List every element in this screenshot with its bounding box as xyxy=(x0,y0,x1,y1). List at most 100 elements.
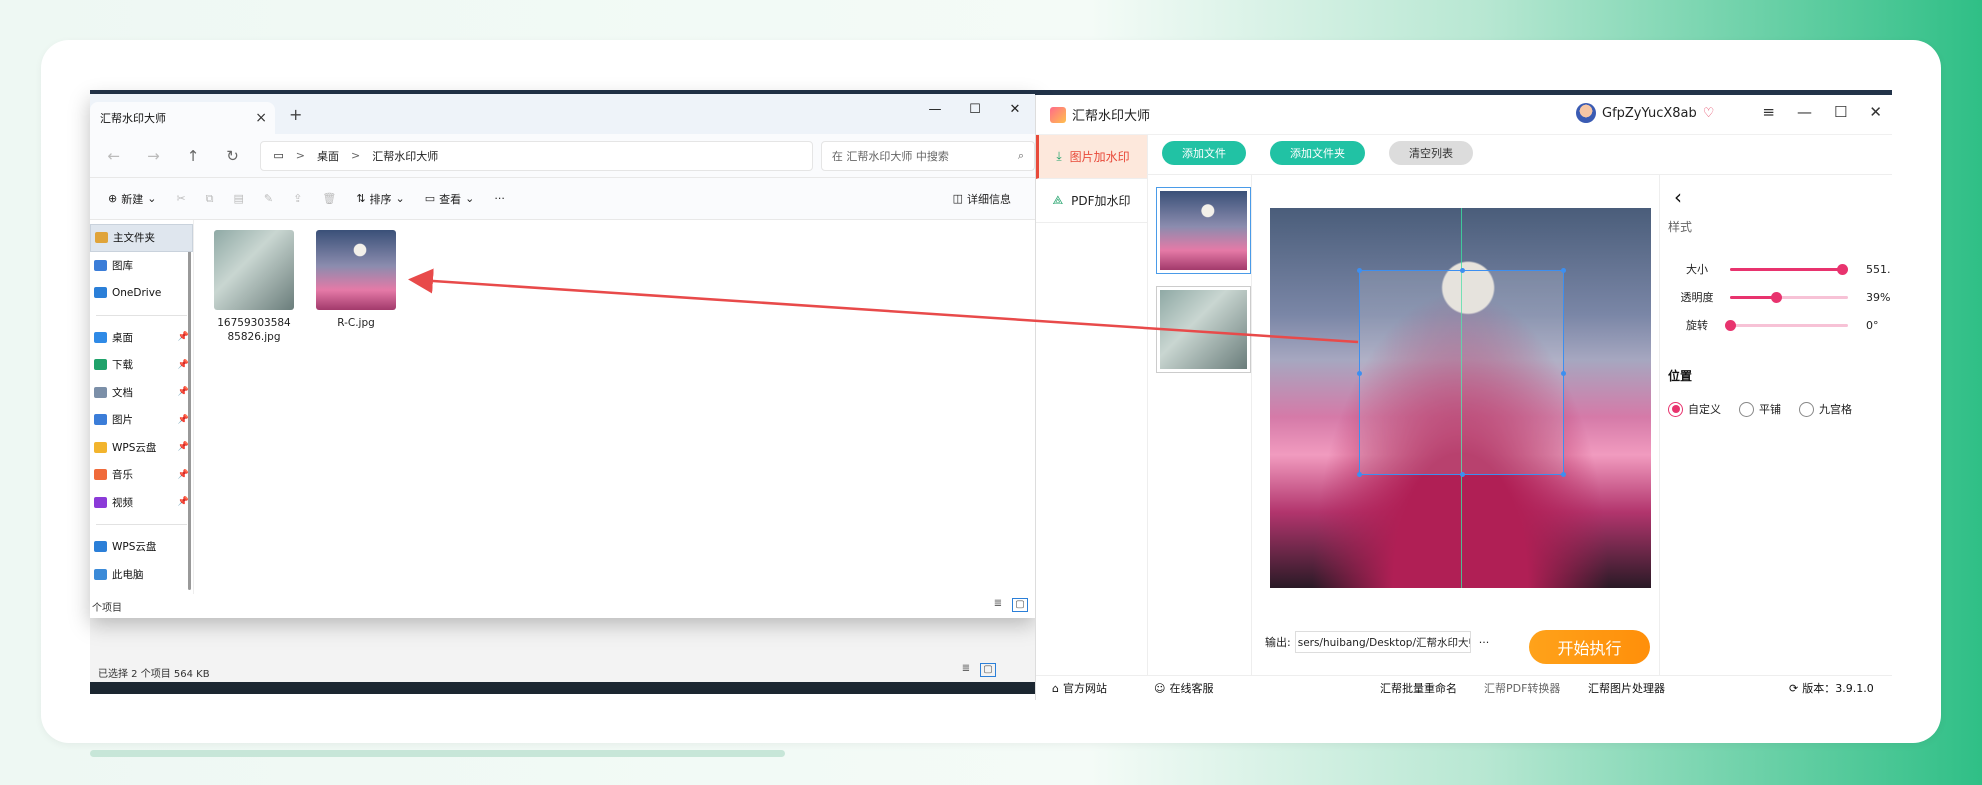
sidebar-item[interactable]: 此电脑 xyxy=(90,561,193,589)
resize-handle[interactable] xyxy=(1460,472,1465,477)
footer-link[interactable]: 汇帮PDF转换器 xyxy=(1484,680,1560,696)
paste-button[interactable]: ▤ xyxy=(224,192,254,205)
resize-handle[interactable] xyxy=(1561,472,1566,477)
mode-pdf-watermark[interactable]: ⟁ PDF加水印 xyxy=(1036,179,1147,223)
add-file-button[interactable]: 添加文件 xyxy=(1162,141,1246,165)
slider-track[interactable] xyxy=(1730,263,1849,275)
position-option[interactable]: 平铺 xyxy=(1739,401,1781,417)
menu-icon[interactable]: ≡ xyxy=(1762,103,1775,121)
copy-button[interactable]: ⧉ xyxy=(196,192,224,206)
sidebar-item[interactable]: 音乐 📌 xyxy=(90,461,193,489)
refresh-icon[interactable]: ↻ xyxy=(213,147,253,165)
pin-icon[interactable]: 📌 xyxy=(178,360,189,370)
breadcrumb-desktop[interactable]: 桌面 xyxy=(317,148,339,164)
breadcrumb-folder[interactable]: 汇帮水印大师 xyxy=(372,148,438,164)
output-path-field[interactable]: sers/huibang/Desktop/汇帮水印大师 xyxy=(1294,631,1471,653)
address-bar[interactable]: ▭ > 桌面 > 汇帮水印大师 xyxy=(260,140,813,171)
explorer-tab[interactable]: 汇帮水印大师 × xyxy=(90,102,275,134)
slider-knob[interactable] xyxy=(1725,319,1736,331)
resize-handle[interactable] xyxy=(1561,268,1566,273)
resize-handle[interactable] xyxy=(1357,268,1362,273)
resize-handle[interactable] xyxy=(1357,371,1362,376)
preview-canvas[interactable] xyxy=(1270,208,1651,588)
up-icon[interactable]: ↑ xyxy=(173,147,213,165)
back-chevron-icon[interactable]: ‹ xyxy=(1674,185,1682,209)
new-button[interactable]: ⊕ 新建 ⌄ xyxy=(98,191,166,207)
pin-icon[interactable]: 📌 xyxy=(178,497,189,507)
sidebar-item[interactable]: 图库 xyxy=(90,252,193,280)
pin-icon[interactable]: 📌 xyxy=(178,387,189,397)
position-option[interactable]: 九宫格 xyxy=(1799,401,1852,417)
slider-track[interactable] xyxy=(1725,319,1848,331)
chevron-down-icon: ⌄ xyxy=(465,192,475,205)
sidebar-item[interactable]: 文档 📌 xyxy=(90,379,193,407)
mode-image-watermark[interactable]: ⤓ 图片加水印 xyxy=(1036,135,1147,179)
footer-link[interactable]: 汇帮批量重命名 xyxy=(1380,680,1457,696)
folder-icon xyxy=(94,414,107,426)
sidebar-item[interactable]: WPS云盘 xyxy=(90,533,193,561)
sidebar-item[interactable]: 图片 📌 xyxy=(90,406,193,434)
pin-icon[interactable]: 📌 xyxy=(178,332,189,342)
back-icon[interactable]: ← xyxy=(94,147,134,165)
support-link[interactable]: ☺ 在线客服 xyxy=(1154,680,1213,696)
image-list-item[interactable] xyxy=(1156,286,1251,373)
close-icon[interactable]: ✕ xyxy=(1869,103,1882,121)
sidebar-item[interactable]: 桌面 📌 xyxy=(90,324,193,352)
footer-link[interactable]: 汇帮图片处理器 xyxy=(1588,680,1665,696)
radio-icon xyxy=(1799,401,1814,417)
sidebar-item[interactable]: WPS云盘 📌 xyxy=(90,434,193,462)
add-folder-button[interactable]: 添加文件夹 xyxy=(1270,141,1365,165)
sidebar-item[interactable]: 下载 📌 xyxy=(90,351,193,379)
new-tab-icon[interactable]: + xyxy=(289,105,302,124)
position-option[interactable]: 自定义 xyxy=(1668,401,1721,417)
minimize-icon[interactable]: — xyxy=(915,94,955,124)
file-item[interactable]: R-C.jpg xyxy=(316,230,396,600)
list-view-icon[interactable]: ≣ xyxy=(990,598,1006,612)
maximize-icon[interactable]: ☐ xyxy=(955,94,995,124)
view-button[interactable]: ▭ 查看 ⌄ xyxy=(415,191,485,207)
sidebar-item[interactable]: 主文件夹 xyxy=(90,224,193,252)
pin-icon[interactable]: 📌 xyxy=(178,415,189,425)
maximize-icon[interactable]: ☐ xyxy=(1834,103,1847,121)
rename-button[interactable]: ✎ xyxy=(254,192,283,205)
file-item[interactable]: 1675930358485826.jpg xyxy=(214,230,294,600)
start-button[interactable]: 开始执行 xyxy=(1529,630,1650,664)
refresh-icon: ⟳ xyxy=(1789,681,1799,695)
resize-handle[interactable] xyxy=(1561,371,1566,376)
resize-handle[interactable] xyxy=(1357,472,1362,477)
cut-button[interactable]: ✂ xyxy=(166,192,195,205)
pin-icon[interactable]: 📌 xyxy=(178,470,189,480)
user-account[interactable]: GfpZyYucX8ab ♡ xyxy=(1576,103,1714,123)
slider-knob[interactable] xyxy=(1837,263,1849,275)
close-icon[interactable]: ✕ xyxy=(995,94,1035,124)
sidebar-item[interactable]: OneDrive xyxy=(90,279,193,307)
tile-view-icon[interactable]: ▢ xyxy=(1012,598,1028,612)
forward-icon[interactable]: → xyxy=(134,147,174,165)
pin-icon[interactable]: 📌 xyxy=(178,442,189,452)
details-button[interactable]: ◫ 详细信息 xyxy=(943,191,1021,207)
share-button[interactable]: ⇪ xyxy=(283,192,312,205)
sort-icon: ⇅ xyxy=(356,192,366,205)
tab-close-icon[interactable]: × xyxy=(255,110,267,126)
image-list-item[interactable] xyxy=(1156,187,1251,274)
watermark-box[interactable] xyxy=(1357,268,1566,477)
clear-list-button[interactable]: 清空列表 xyxy=(1389,141,1473,165)
slider-label: 透明度 xyxy=(1680,291,1714,304)
thumbnail xyxy=(1160,191,1247,270)
radio-icon xyxy=(1739,401,1754,417)
settings-panel: ‹ 样式 大小 551. 透明度 39% 旋转 0° 位置 自定义 平铺 九宫格 xyxy=(1659,175,1892,675)
resize-handle[interactable] xyxy=(1460,268,1465,273)
browse-button[interactable]: ··· xyxy=(1479,636,1490,649)
sidebar-item[interactable]: 视频 📌 xyxy=(90,489,193,517)
tile-view-icon[interactable]: ▢ xyxy=(980,663,996,677)
list-view-icon[interactable]: ≣ xyxy=(958,663,974,677)
delete-button[interactable]: 🗑 xyxy=(312,192,346,205)
slider-track[interactable] xyxy=(1730,291,1848,303)
minimize-icon[interactable]: — xyxy=(1797,103,1812,121)
more-button[interactable]: ··· xyxy=(484,192,515,205)
official-site-link[interactable]: ⌂ 官方网站 xyxy=(1052,680,1107,696)
sort-button[interactable]: ⇅ 排序 ⌄ xyxy=(346,191,414,207)
slider-knob[interactable] xyxy=(1771,291,1783,303)
search-input[interactable]: 在 汇帮水印大师 中搜索 ⌕ xyxy=(820,140,1035,171)
support-icon: ☺ xyxy=(1154,681,1166,695)
